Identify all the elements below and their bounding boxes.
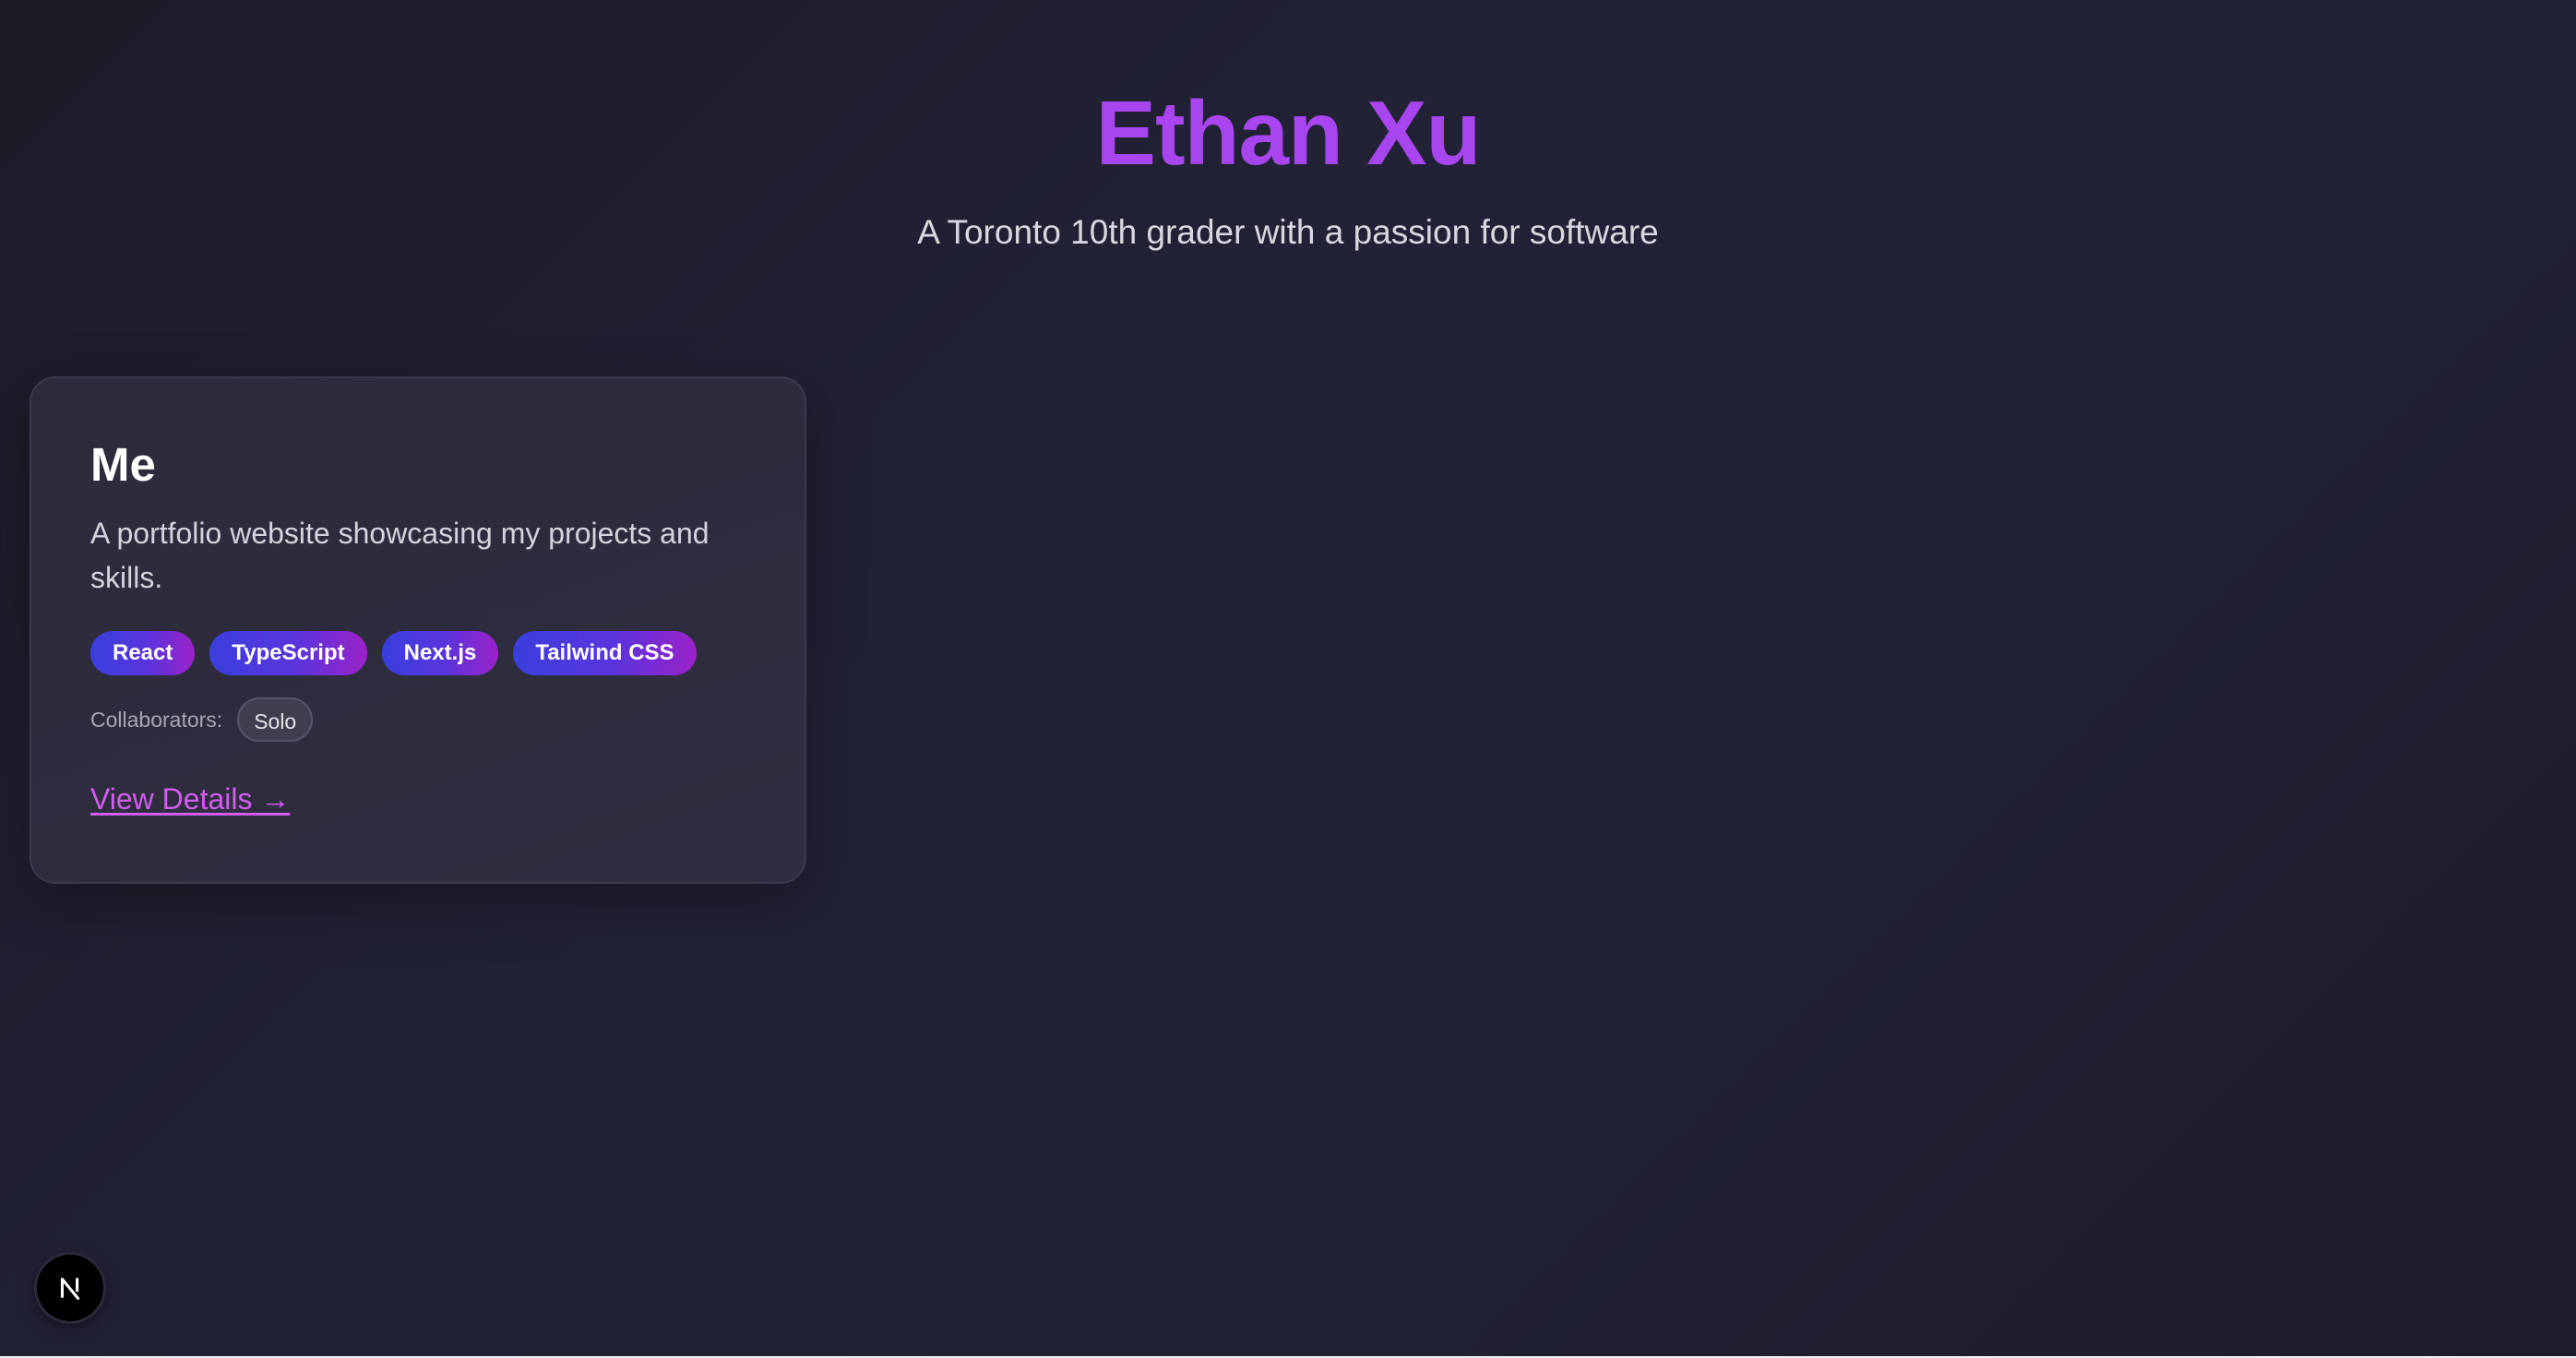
collaborator-chip: Solo bbox=[237, 697, 314, 742]
nextjs-dev-indicator-button[interactable] bbox=[37, 1255, 103, 1321]
tag-typescript: TypeScript bbox=[209, 631, 367, 675]
tag-nextjs: Next.js bbox=[381, 631, 499, 675]
project-title: Me bbox=[90, 438, 156, 491]
tag-react: React bbox=[90, 631, 196, 675]
page-subtitle: A Toronto 10th grader with a passion for… bbox=[917, 213, 1659, 251]
tech-tags: React TypeScript Next.js Tailwind CSS bbox=[90, 631, 745, 675]
page-title: Ethan Xu bbox=[1095, 82, 1482, 184]
project-description: A portfolio website showcasing my projec… bbox=[90, 517, 710, 594]
tag-tailwind-css: Tailwind CSS bbox=[513, 631, 697, 675]
collaborators-label: Collaborators: bbox=[90, 707, 223, 732]
nextjs-logo-icon bbox=[60, 1277, 80, 1300]
project-card-me: Me A portfolio website showcasing my pro… bbox=[30, 376, 806, 884]
collaborators-row: Collaborators: Solo bbox=[90, 697, 745, 742]
view-details-link[interactable]: View Details → bbox=[90, 780, 290, 817]
